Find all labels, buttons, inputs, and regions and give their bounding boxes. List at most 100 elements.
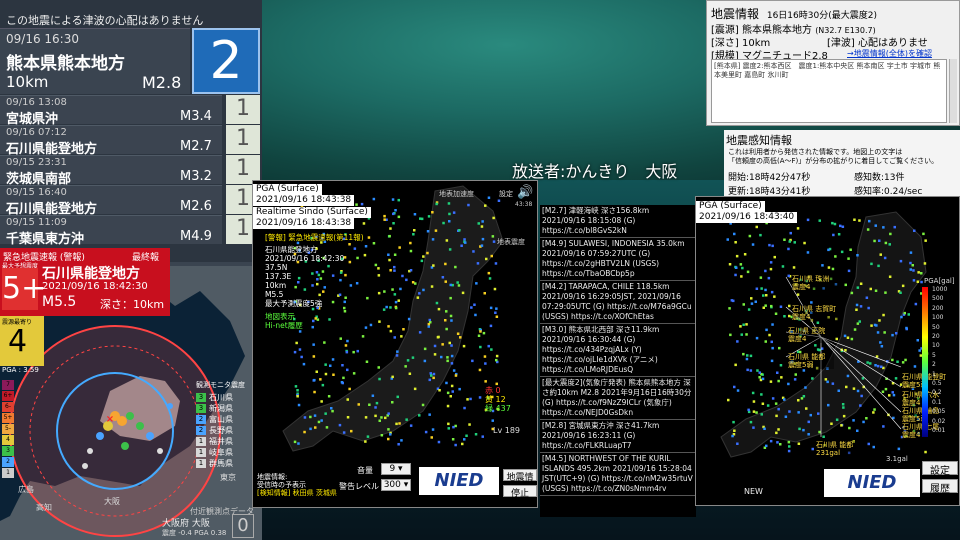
kmoni-link-hinet[interactable]: Hi-net履歴 xyxy=(265,321,393,330)
station-dot xyxy=(764,288,767,292)
scale-tick: 50 xyxy=(932,323,940,331)
station-dot xyxy=(765,294,768,297)
station-dot xyxy=(842,414,846,418)
station-dot xyxy=(913,229,916,232)
vol-select[interactable]: 9 ▾ xyxy=(381,463,411,475)
latest-quake-card[interactable]: 09/16 16:30 熊本県熊本地方 10km M2.8 xyxy=(0,28,190,94)
station-dot xyxy=(450,362,454,365)
history-time: 09/15 23:31 xyxy=(6,157,67,168)
station-dot xyxy=(849,248,852,251)
history-row[interactable]: 09/15 23:31 茨城県南部 M3.2 xyxy=(0,155,222,187)
station-dot xyxy=(362,222,366,225)
info-link[interactable]: →地震情報(全体)を確認 xyxy=(847,48,932,59)
info-title: 地震情報 xyxy=(711,7,760,21)
history-mag: M3.4 xyxy=(180,109,212,124)
quake-info-window: 地震情報 16日16時30分(最大震度2) [震源] 熊本県熊本地方 (N32.… xyxy=(706,0,960,126)
station-dot xyxy=(751,391,755,395)
station-dot xyxy=(821,264,824,267)
station-dot xyxy=(297,442,300,445)
station-dot xyxy=(805,407,808,410)
legend-row: 3 石川県 xyxy=(196,392,245,403)
tsunami-notice: この地震による津波の心配はありません xyxy=(6,14,204,27)
history-row[interactable]: 09/15 16:40 石川県能登地方 M2.6 xyxy=(0,185,222,217)
kmoni-info-button[interactable]: 地震情報 xyxy=(503,469,537,496)
tweet-item[interactable]: [M4.5] NORTHWEST OF THE KURIL ISLANDS 49… xyxy=(540,453,696,496)
history-row[interactable]: 09/16 13:08 宮城県沖 M3.4 xyxy=(0,95,222,127)
station-dot xyxy=(830,422,833,425)
station-dot xyxy=(422,288,425,292)
station-dot xyxy=(295,341,298,345)
alert-select[interactable]: 300 ▾ xyxy=(381,479,411,491)
history-row[interactable]: 09/15 11:09 千葉県東方沖 M4.9 xyxy=(0,215,222,247)
history-row[interactable]: 09/16 07:12 石川県能登地方 M2.7 xyxy=(0,125,222,157)
station-dot xyxy=(441,276,445,279)
station-dot xyxy=(447,427,450,430)
station-dot xyxy=(760,413,763,416)
station-dot xyxy=(449,296,452,300)
kmoni-link-map[interactable]: 地図表示 xyxy=(265,312,393,321)
station-dot xyxy=(911,264,914,267)
station-dot xyxy=(793,241,796,244)
station-dot xyxy=(884,291,887,294)
tweet-item[interactable]: [M4.2] TARAPACA, CHILE 118.5km 2021/09/1… xyxy=(540,281,696,324)
station-dot xyxy=(837,233,841,236)
tweet-item[interactable]: [M2.7] 津軽海峡 深さ156.8km 2021/09/16 18:15:0… xyxy=(540,205,696,238)
scale-tick: 1000 xyxy=(932,286,948,293)
station-dot xyxy=(447,202,451,205)
tweet-item[interactable]: [最大震度2](気象庁発表) 熊本県熊本地方 深さ約10km M2.8 2021… xyxy=(540,377,696,420)
station-dot xyxy=(865,417,868,420)
scale-step: 1 xyxy=(2,468,14,478)
station-dot xyxy=(771,244,774,248)
scale-step: 6- xyxy=(2,402,14,412)
legend-pref: 長野県 xyxy=(209,426,233,435)
legend-row: 2 富山県 xyxy=(196,414,245,425)
station-dot xyxy=(488,277,492,280)
kmoni-stop-button[interactable]: 停止 xyxy=(503,485,537,499)
station-dot xyxy=(736,389,740,392)
station-dot xyxy=(481,237,485,241)
right-history-button[interactable]: 履歴 xyxy=(922,479,958,495)
station-dot xyxy=(760,393,763,396)
station-dot xyxy=(324,412,327,415)
tweet-item[interactable]: [M4.9] SULAWESI, INDONESIA 35.0km 2021/0… xyxy=(540,238,696,281)
station-dot xyxy=(856,389,860,393)
map-label-0: 広島 xyxy=(18,485,34,494)
station-dot xyxy=(312,343,315,346)
kmoni-setting[interactable]: 設定 xyxy=(499,189,513,199)
station-dot xyxy=(745,333,748,336)
station-dot xyxy=(454,265,457,269)
station-dot xyxy=(806,218,810,222)
station-dot xyxy=(817,412,820,415)
station-dot xyxy=(411,356,415,359)
kmoni-warn-line: 37.5N xyxy=(265,263,288,272)
station-dot xyxy=(428,378,431,382)
memo-scrollbar[interactable] xyxy=(949,59,957,123)
station-dot xyxy=(768,243,771,247)
station-dot xyxy=(419,217,422,220)
legend-pref: 福井県 xyxy=(209,437,233,446)
tweet-item[interactable]: [M3.0] 熊本県北西部 深さ11.9km 2021/09/16 16:30:… xyxy=(540,324,696,377)
station-dot xyxy=(923,262,927,265)
station-dot xyxy=(421,403,425,407)
tweet-item[interactable]: [M2.8] 宮城県東方沖 深さ41.7km 2021/09/16 16:23:… xyxy=(540,420,696,453)
station-dot xyxy=(302,362,306,366)
station-dot xyxy=(802,428,805,432)
station-dot xyxy=(755,336,759,340)
station-dot xyxy=(746,270,750,274)
station-dot xyxy=(762,294,765,297)
station-dot xyxy=(804,386,807,389)
map-label-1: 大阪 xyxy=(104,497,120,506)
station-dot xyxy=(733,429,736,432)
station-dot xyxy=(470,306,473,309)
kmoni-warn-line: 石川県能登地方 xyxy=(265,245,318,254)
station-dot xyxy=(733,385,736,389)
station-dot xyxy=(883,256,887,260)
station-dot xyxy=(912,279,916,282)
station-dot xyxy=(860,394,863,398)
station-dot xyxy=(903,311,906,315)
station-dot xyxy=(409,424,413,427)
right-setting-button[interactable]: 設定 xyxy=(922,461,958,477)
nied-logo-right: NIED xyxy=(824,469,920,497)
station-dot xyxy=(867,306,870,310)
speaker-icon[interactable]: 🔊 xyxy=(517,185,533,200)
